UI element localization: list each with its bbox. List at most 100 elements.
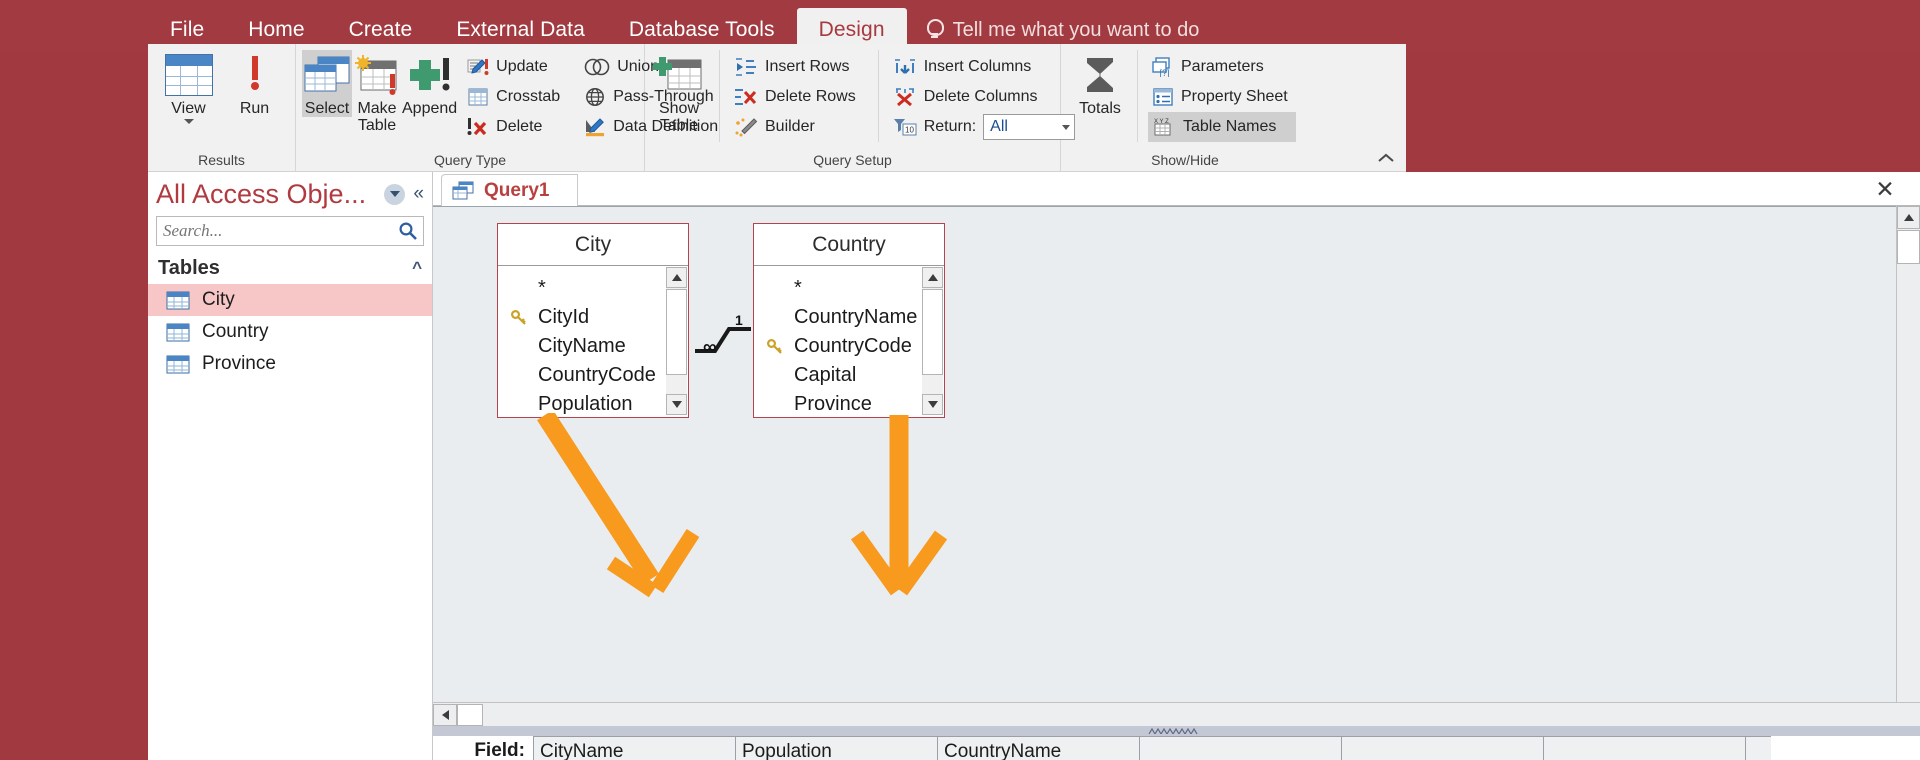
query-field-population[interactable]: Population bbox=[498, 390, 666, 416]
append-button[interactable]: Append bbox=[402, 50, 457, 117]
query-field-label: CountryCode bbox=[538, 364, 656, 386]
query-table-city-scrollbar[interactable] bbox=[666, 267, 687, 415]
update-query-button[interactable]: Update bbox=[463, 52, 568, 82]
annotation-arrow-country bbox=[850, 415, 948, 596]
parameters-label: Parameters bbox=[1181, 58, 1264, 75]
make-table-button[interactable]: Make Table bbox=[352, 50, 402, 134]
query-field-countrycode[interactable]: CountryCode bbox=[498, 361, 666, 390]
nav-item-province[interactable]: Province bbox=[148, 348, 432, 380]
scroll-thumb[interactable] bbox=[922, 289, 943, 375]
canvas-scroll-thumb[interactable] bbox=[1897, 230, 1920, 264]
scroll-up-icon[interactable] bbox=[922, 267, 943, 288]
query-field-label: CountryName bbox=[794, 306, 918, 328]
primary-key-icon bbox=[764, 338, 786, 355]
delete-rows-button[interactable]: Delete Rows bbox=[730, 82, 864, 112]
canvas-horizontal-scrollbar[interactable] bbox=[433, 702, 1920, 726]
append-label: Append bbox=[402, 100, 458, 117]
double-chevron-left-icon[interactable]: « bbox=[413, 183, 426, 205]
caret-down-circle-icon[interactable] bbox=[384, 183, 406, 205]
annotation-arrow-city bbox=[537, 413, 700, 598]
query-field-province[interactable]: Province bbox=[754, 390, 922, 416]
h-scroll-thumb[interactable] bbox=[457, 703, 483, 726]
ribbon-group-query-setup: Show Table Insert Rows Delete Rows Build… bbox=[645, 44, 1076, 171]
query-table-country-caption: Country bbox=[754, 224, 944, 266]
query-field-cityid[interactable]: CityId bbox=[498, 303, 666, 332]
insert-columns-button[interactable]: Insert Columns bbox=[889, 52, 1083, 82]
ribbon-group-results-label: Results bbox=[198, 152, 245, 168]
scroll-down-icon[interactable] bbox=[922, 394, 943, 415]
query-field-label: Capital bbox=[794, 364, 857, 386]
design-grid-cells: CityName Population CountryName bbox=[533, 736, 1920, 760]
delete-columns-button[interactable]: Delete Columns bbox=[889, 82, 1083, 112]
nav-item-city[interactable]: City bbox=[148, 284, 432, 316]
scroll-thumb[interactable] bbox=[666, 289, 687, 375]
close-icon[interactable]: ✕ bbox=[1872, 176, 1898, 202]
return-rows-control[interactable]: 10 Return: All bbox=[889, 112, 1083, 142]
query-field-capital[interactable]: Capital bbox=[754, 361, 922, 390]
ribbon-group-query-setup-label: Query Setup bbox=[813, 152, 892, 168]
design-grid-cell-field-1[interactable]: CityName bbox=[533, 736, 735, 760]
table-names-button[interactable]: X Y Z Table Names bbox=[1148, 112, 1296, 142]
search-input[interactable] bbox=[157, 220, 393, 242]
collapse-ribbon-chevron-up-icon[interactable] bbox=[1376, 149, 1396, 167]
delete-query-button[interactable]: Delete bbox=[463, 112, 568, 142]
lightbulb-icon bbox=[925, 19, 944, 41]
design-grid-cell-field-6[interactable] bbox=[1543, 736, 1745, 760]
nav-item-country[interactable]: Country bbox=[148, 316, 432, 348]
totals-button[interactable]: Totals bbox=[1067, 50, 1133, 117]
show-table-button[interactable]: Show Table bbox=[651, 50, 707, 134]
query-design-canvas[interactable]: City * CityId CityName CountryCode Populatio… bbox=[433, 206, 1920, 726]
union-icon bbox=[584, 57, 610, 77]
query-table-country-scrollbar[interactable] bbox=[922, 267, 943, 415]
return-rows-label: Return: bbox=[923, 118, 977, 135]
design-grid-cell-field-5[interactable] bbox=[1341, 736, 1543, 760]
insert-rows-label: Insert Rows bbox=[765, 58, 850, 75]
scroll-down-icon[interactable] bbox=[666, 394, 687, 415]
insert-rows-button[interactable]: Insert Rows bbox=[730, 52, 864, 82]
select-query-button[interactable]: Select bbox=[302, 50, 352, 117]
query-field-cityname[interactable]: CityName bbox=[498, 332, 666, 361]
join-relationship-line[interactable]: ∞ 1 bbox=[691, 307, 757, 367]
tell-me-label: Tell me what you want to do bbox=[952, 18, 1200, 41]
query-field-label: CityName bbox=[538, 335, 626, 357]
nav-group-header-tables[interactable]: Tables ^ bbox=[148, 252, 432, 284]
crosstab-button[interactable]: Crosstab bbox=[463, 82, 568, 112]
chevron-down-icon[interactable] bbox=[183, 119, 194, 124]
magnifier-icon[interactable] bbox=[393, 221, 423, 241]
arrow-up-icon[interactable] bbox=[1897, 206, 1920, 229]
parameters-button[interactable]: [?] Parameters bbox=[1148, 52, 1296, 82]
ribbon-group-query-type: Select Make Table Append Update Crosstab… bbox=[296, 44, 718, 171]
design-grid-cell-field-3[interactable]: CountryName bbox=[937, 736, 1139, 760]
builder-button[interactable]: Builder bbox=[730, 112, 864, 142]
document-tab-query1[interactable]: Query1 bbox=[441, 174, 579, 206]
data-definition-icon bbox=[584, 117, 606, 137]
query-design-grid[interactable]: Field: CityName Population CountryName bbox=[433, 736, 1920, 760]
ribbon: View Run Results Select Make Table Appen… bbox=[148, 44, 1406, 172]
ribbon-group-query-type-label: Query Type bbox=[433, 152, 507, 168]
query-icon bbox=[452, 181, 474, 201]
property-sheet-button[interactable]: Property Sheet bbox=[1148, 82, 1296, 112]
arrow-left-icon[interactable] bbox=[433, 703, 457, 726]
query-field-countrycode[interactable]: CountryCode bbox=[754, 332, 922, 361]
ribbon-group-results: View Run Results bbox=[148, 44, 296, 171]
delete-columns-label: Delete Columns bbox=[923, 88, 1038, 105]
run-button[interactable]: Run bbox=[224, 50, 286, 117]
query-field-label: * bbox=[538, 277, 546, 299]
query-field-countryname[interactable]: CountryName bbox=[754, 303, 922, 332]
property-sheet-icon bbox=[1152, 87, 1174, 107]
scroll-up-icon[interactable] bbox=[666, 267, 687, 288]
query-field-all[interactable]: * bbox=[754, 274, 922, 303]
query-table-country[interactable]: Country * CountryName CountryCode Capital Pr… bbox=[753, 223, 945, 418]
design-grid-cell-field-2[interactable]: Population bbox=[735, 736, 937, 760]
query-field-all[interactable]: * bbox=[498, 274, 666, 303]
table-names-label: Table Names bbox=[1183, 118, 1277, 135]
chevron-up-icon[interactable]: ^ bbox=[412, 258, 422, 278]
canvas-vertical-scrollbar[interactable] bbox=[1896, 206, 1920, 726]
design-grid-cell-field-4[interactable] bbox=[1139, 736, 1341, 760]
pane-splitter[interactable] bbox=[433, 726, 1920, 736]
query-table-city[interactable]: City * CityId CityName CountryCode Populatio… bbox=[497, 223, 689, 418]
view-button[interactable]: View bbox=[158, 50, 220, 124]
nav-items-list: City Country Province bbox=[148, 284, 432, 380]
delete-query-label: Delete bbox=[496, 118, 543, 135]
exclamation-run-icon bbox=[244, 54, 266, 96]
